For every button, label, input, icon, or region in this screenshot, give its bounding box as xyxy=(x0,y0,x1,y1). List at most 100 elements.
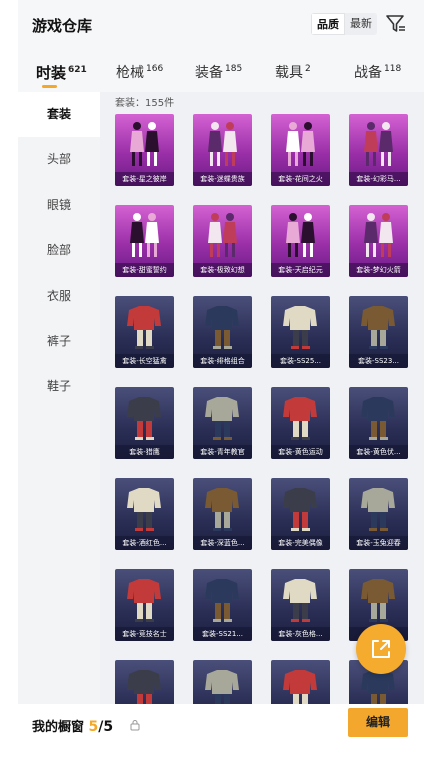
tab-supplies[interactable]: 战备 118 xyxy=(354,62,401,82)
outfit-card[interactable]: 套装-猎鹰 xyxy=(115,387,174,459)
tab-firearms[interactable]: 枪械 166 xyxy=(116,62,163,82)
sidenav-item-glasses[interactable]: 眼镜 xyxy=(18,183,100,228)
outfit-card-label: 套装-深蓝色... xyxy=(193,536,252,550)
outfit-card-label: 套装-天启纪元 xyxy=(271,263,330,277)
outfit-card-label: 套装-猎鹰 xyxy=(115,445,174,459)
outfit-image xyxy=(205,306,239,349)
outfit-card[interactable]: 套装-酒红色... xyxy=(115,478,174,550)
subcategory-nav: 套装 头部 眼镜 脸部 衣服 裤子 鞋子 xyxy=(18,92,100,704)
outfit-image xyxy=(283,397,317,440)
tab-vehicles[interactable]: 载具 2 xyxy=(275,62,311,82)
outfit-image xyxy=(283,579,317,622)
outfit-card-label: 套装-竞技名士 xyxy=(115,627,174,641)
active-tab-indicator xyxy=(42,85,57,88)
outfit-card-label: 套装-极致幻想 xyxy=(193,263,252,277)
sidenav-item-shoes[interactable]: 鞋子 xyxy=(18,364,100,409)
outfit-card[interactable] xyxy=(271,660,330,704)
tab-equipment[interactable]: 装备 185 xyxy=(195,62,242,82)
outfit-card[interactable]: 套装-天启纪元 xyxy=(271,205,330,277)
outfit-card[interactable] xyxy=(115,660,174,704)
filter-icon[interactable] xyxy=(385,13,407,35)
outfit-card[interactable]: 套装-长空猛禽 xyxy=(115,296,174,368)
outfit-image xyxy=(205,397,239,440)
outfit-image xyxy=(286,213,315,257)
outfit-image xyxy=(364,213,393,257)
outfit-image xyxy=(361,306,395,349)
tab-label: 枪械 xyxy=(116,65,144,81)
outfit-image xyxy=(205,670,239,704)
outfit-image xyxy=(283,670,317,704)
tab-count: 2 xyxy=(305,64,311,74)
outfit-card[interactable]: 套装-灰色格... xyxy=(271,569,330,641)
outfit-image xyxy=(127,306,161,349)
sort-quality-option[interactable]: 品质 xyxy=(311,13,345,35)
sidenav-item-clothes[interactable]: 衣服 xyxy=(18,274,100,319)
outfit-card-label: 套装-花间之火 xyxy=(271,172,330,186)
outfit-card[interactable]: 套装-SS21... xyxy=(193,569,252,641)
sort-toggle[interactable]: 品质 最新 xyxy=(311,13,377,35)
outfit-card-label: 套装-黄色伏... xyxy=(349,445,408,459)
sort-newest-option[interactable]: 最新 xyxy=(345,13,377,35)
tab-count: 118 xyxy=(384,64,402,74)
outfit-image xyxy=(127,488,161,531)
outfit-image xyxy=(127,397,161,440)
outfit-image xyxy=(364,122,393,166)
sidenav-item-face[interactable]: 脸部 xyxy=(18,228,100,273)
tab-count: 166 xyxy=(146,64,164,74)
outfit-card[interactable]: 套装-SS23... xyxy=(349,296,408,368)
outfit-image xyxy=(283,306,317,349)
outfit-card[interactable]: 套装-极致幻想 xyxy=(193,205,252,277)
outfit-card-label: 套装-幻彩马... xyxy=(349,172,408,186)
showcase-title: 我的橱窗 xyxy=(32,720,85,735)
outfit-image xyxy=(127,670,161,704)
tab-label: 时装 xyxy=(36,64,67,82)
outfit-image xyxy=(130,122,159,166)
outfit-card-label: 套装-SS23... xyxy=(349,354,408,368)
sidenav-item-outfit[interactable]: 套装 xyxy=(18,92,100,137)
outfit-card-label: 套装-梦幻火箭 xyxy=(349,263,408,277)
showcase-total: /5 xyxy=(98,719,114,735)
outfit-card-label: 套装-酒红色... xyxy=(115,536,174,550)
outfit-image xyxy=(130,213,159,257)
outfit-card[interactable]: 套装-梦幻火箭 xyxy=(349,205,408,277)
outfit-card[interactable]: 套装-黄色运动 xyxy=(271,387,330,459)
outfit-card-label: 套装-SS21... xyxy=(193,627,252,641)
outfit-image xyxy=(283,488,317,531)
outfit-card[interactable] xyxy=(193,660,252,704)
outfit-card[interactable]: 套装-星之彼岸 xyxy=(115,114,174,186)
outfit-card[interactable]: 套装-深蓝色... xyxy=(193,478,252,550)
outfit-card-label: 套装-黄色运动 xyxy=(271,445,330,459)
tab-label: 载具 xyxy=(275,65,303,81)
showcase-label: 我的橱窗 5/5 xyxy=(32,716,113,735)
lock-icon xyxy=(130,716,140,731)
outfit-card-label: 套装-玉兔迎春 xyxy=(349,536,408,550)
outfit-card[interactable]: 套装-甜蜜誓约 xyxy=(115,205,174,277)
outfit-card[interactable]: 套装-完美偶像 xyxy=(271,478,330,550)
outfit-card[interactable]: 套装-SS25... xyxy=(271,296,330,368)
edit-button[interactable]: 编辑 xyxy=(348,708,408,737)
tab-label: 装备 xyxy=(195,65,223,81)
tab-fashion[interactable]: 时装 621 xyxy=(36,62,87,83)
item-count: 套装：155件 xyxy=(115,98,175,109)
outfit-card[interactable]: 套装-玉兔迎春 xyxy=(349,478,408,550)
sidenav-item-pants[interactable]: 裤子 xyxy=(18,319,100,364)
outfit-card[interactable]: 套装-花间之火 xyxy=(271,114,330,186)
outfit-card[interactable]: 套装-青年教官 xyxy=(193,387,252,459)
share-icon xyxy=(372,640,390,658)
outfit-card[interactable]: 套装-迷蝶贵族 xyxy=(193,114,252,186)
outfit-image xyxy=(361,397,395,440)
page-title: 游戏仓库 xyxy=(32,17,93,35)
outfit-card[interactable]: 套装-黄色伏... xyxy=(349,387,408,459)
outfit-card-label: 套装-长空猛禽 xyxy=(115,354,174,368)
outfit-card[interactable]: 套装-幻彩马... xyxy=(349,114,408,186)
outfit-card[interactable]: 套装-竞技名士 xyxy=(115,569,174,641)
outfit-image xyxy=(127,579,161,622)
sidenav-item-head[interactable]: 头部 xyxy=(18,137,100,182)
outfit-card-label: 套装-迷蝶贵族 xyxy=(193,172,252,186)
showcase-current: 5 xyxy=(88,719,99,735)
outfit-card[interactable]: 套装-绯格组合 xyxy=(193,296,252,368)
outfit-image xyxy=(205,488,239,531)
share-button[interactable] xyxy=(356,624,406,674)
outfit-image xyxy=(205,579,239,622)
category-tabs: 时装 621 枪械 166 装备 185 载具 2 战备 118 xyxy=(18,56,424,92)
